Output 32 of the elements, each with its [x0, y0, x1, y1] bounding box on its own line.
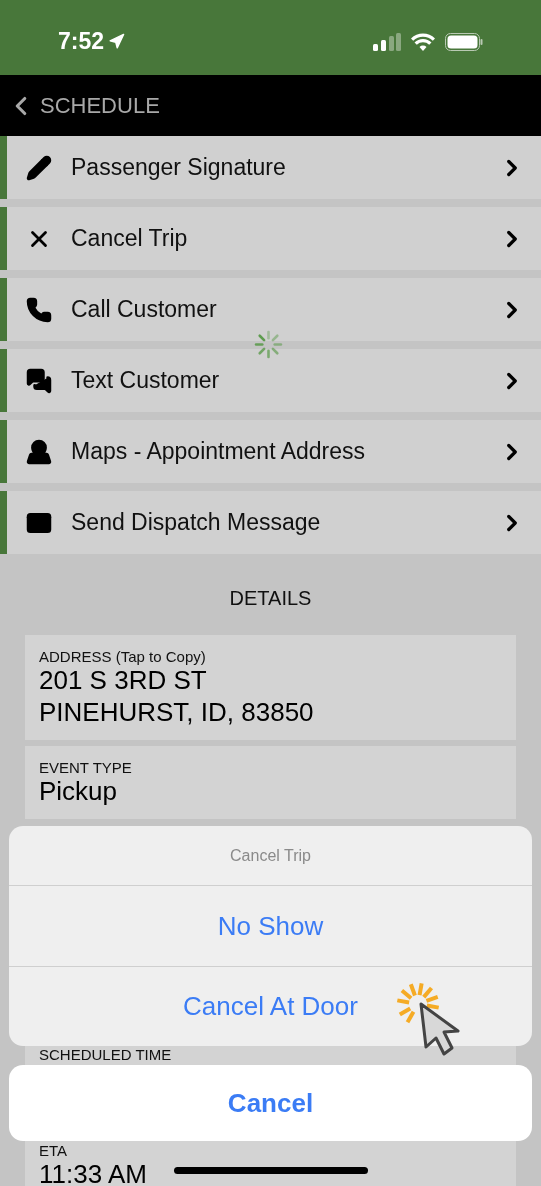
menu-label: Send Dispatch Message — [71, 508, 322, 538]
sheet-title: Cancel Trip — [9, 826, 532, 886]
wifi-icon — [411, 32, 435, 51]
battery-icon — [445, 32, 483, 51]
menu-item[interactable]: Text Customer — [0, 349, 541, 412]
loading-spinner-icon — [254, 330, 283, 359]
clock: 7:52 — [58, 27, 105, 57]
field-label: ETA — [39, 1143, 68, 1158]
menu-label: Call Customer — [71, 295, 218, 325]
field-label: SCHEDULED TIME — [39, 1047, 172, 1062]
menu-item[interactable]: Maps - Appointment Address — [0, 420, 541, 483]
cancel-menu[interactable]: Cancel — [9, 1065, 532, 1141]
menu-item[interactable]: Cancel Trip — [0, 207, 541, 270]
menu-label: Passenger Signature — [71, 153, 287, 183]
pencil-icon — [26, 154, 52, 181]
field-label: EVENT TYPE — [39, 760, 132, 775]
back-button[interactable]: SCHEDULE — [0, 89, 160, 122]
field-value: 11:33 AM — [39, 1158, 147, 1186]
field-value: 201 S 3RD ST PINEHURST, ID, 83850 — [39, 665, 314, 728]
section-title: DETAILS — [228, 586, 313, 611]
phone-icon — [26, 296, 52, 323]
menu-label: Cancel Trip — [71, 224, 189, 254]
menu-label: Text Customer — [71, 366, 221, 396]
menu-item[interactable]: Call Customer — [0, 278, 541, 341]
field-value: Pickup — [39, 775, 118, 807]
signal-icon — [373, 32, 401, 51]
field-label: ADDRESS (Tap to Copy) — [39, 649, 206, 664]
menu-item[interactable]: Send Dispatch Message — [0, 491, 541, 554]
chat-bubbles-icon — [26, 367, 52, 394]
location-arrow-icon — [108, 33, 126, 50]
menu-label: Maps - Appointment Address — [71, 437, 367, 467]
menu-item[interactable]: Passenger Signature — [0, 136, 541, 199]
